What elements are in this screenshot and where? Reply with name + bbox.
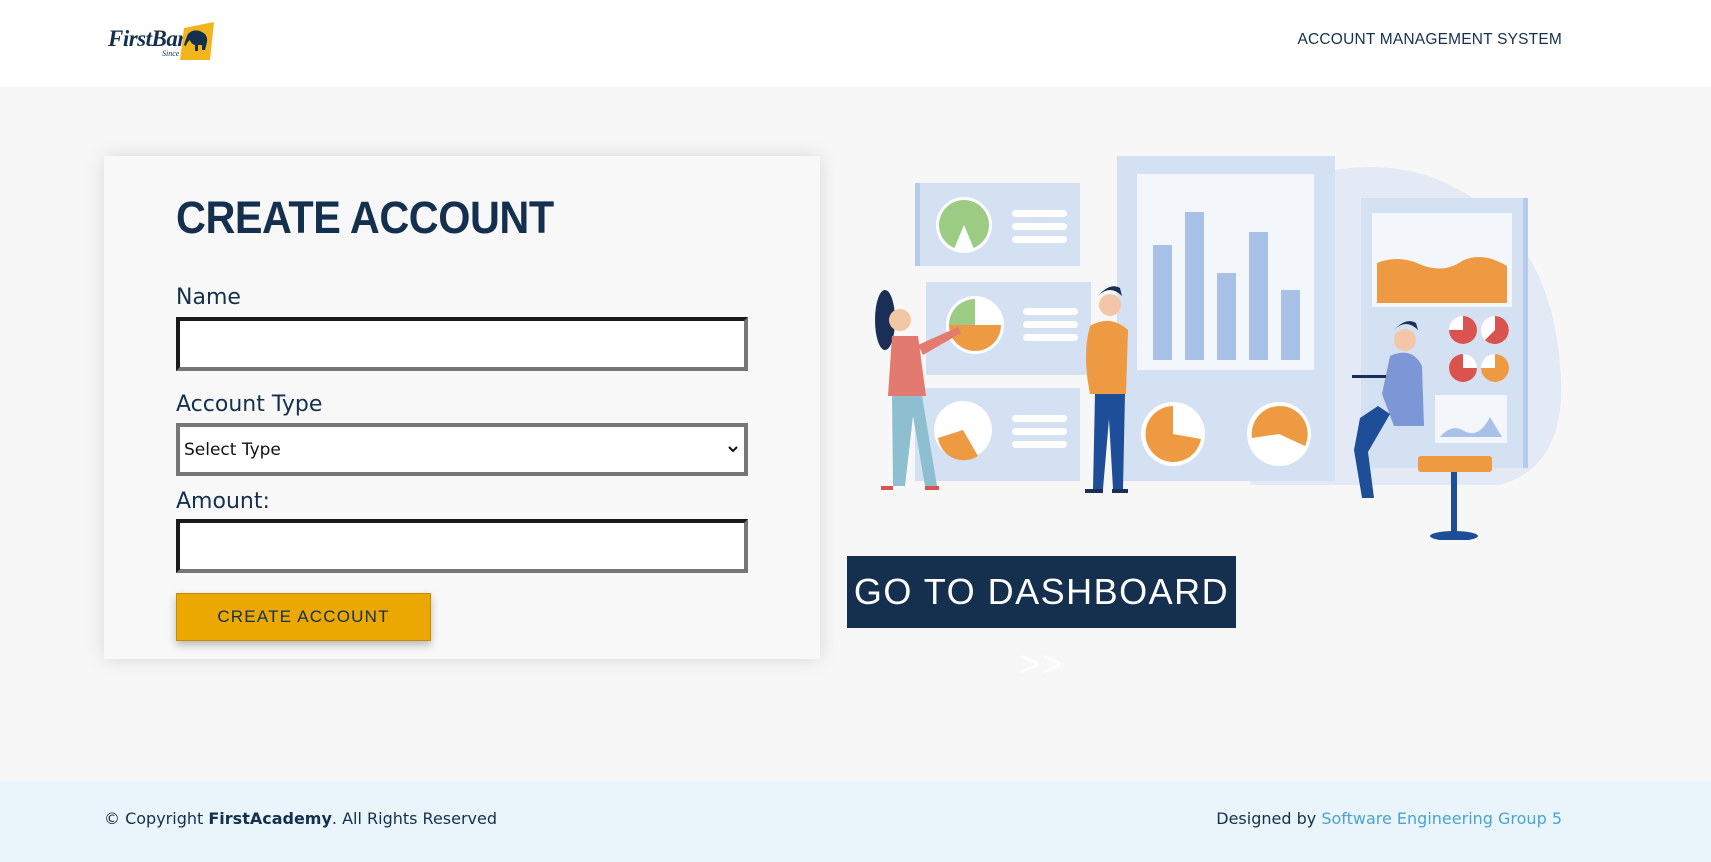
account-type-select[interactable]: Select Type	[176, 423, 748, 476]
copyright-prefix: © Copyright	[104, 809, 209, 828]
create-account-card: CREATE ACCOUNT Name Account Type Select …	[104, 156, 820, 659]
site-header: FirstBank Since 1894 ACCOUNT MANAGEMENT …	[0, 0, 1711, 87]
footer-brand: FirstAcademy	[208, 809, 332, 828]
site-footer: © Copyright FirstAcademy. All Rights Res…	[0, 781, 1711, 862]
firstbank-logo[interactable]: FirstBank Since 1894	[108, 22, 244, 62]
copyright-suffix: . All Rights Reserved	[331, 809, 498, 828]
copyright-text: © Copyright FirstAcademy. All Rights Res…	[104, 809, 497, 828]
amount-label: Amount:	[176, 489, 270, 514]
team-analytics-illustration	[875, 156, 1562, 540]
name-input[interactable]	[176, 317, 748, 371]
create-account-button[interactable]: CREATE ACCOUNT	[176, 593, 431, 641]
chevron-down-icon	[728, 446, 738, 453]
account-type-label: Account Type	[176, 392, 323, 417]
go-to-dashboard-button[interactable]: GO TO DASHBOARD >>	[847, 556, 1236, 684]
designer-link[interactable]: Software Engineering Group 5	[1321, 809, 1562, 828]
designed-by-prefix: Designed by	[1216, 809, 1322, 828]
amount-input[interactable]	[176, 519, 748, 573]
name-label: Name	[176, 285, 241, 310]
designed-by-text: Designed by Software Engineering Group 5	[1216, 809, 1562, 828]
form-title: CREATE ACCOUNT	[176, 192, 554, 243]
system-title: ACCOUNT MANAGEMENT SYSTEM	[1297, 31, 1562, 48]
account-type-selected: Select Type	[184, 440, 281, 460]
elephant-logo-icon	[180, 22, 214, 60]
